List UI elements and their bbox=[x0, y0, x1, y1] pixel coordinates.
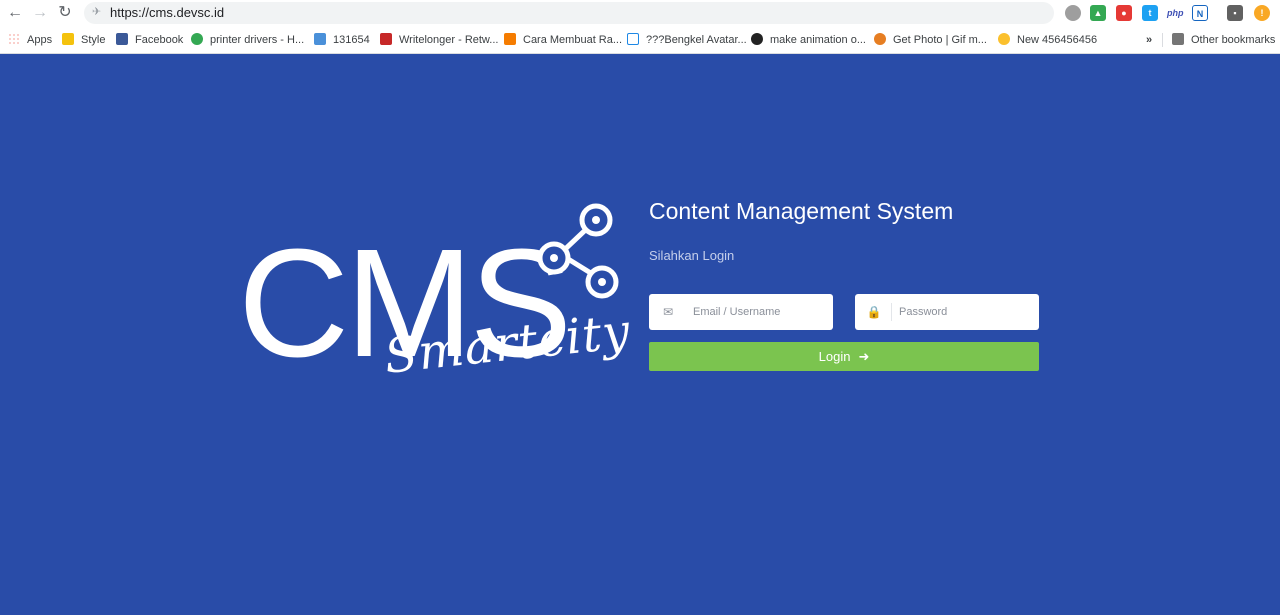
address-bar[interactable]: ✈ https://cms.devsc.id bbox=[84, 2, 1054, 24]
bookmark-cara-membuat[interactable]: Cara Membuat Ra... bbox=[504, 27, 622, 53]
drive-extension-icon[interactable]: ▲ bbox=[1090, 5, 1106, 21]
bookmark-facebook[interactable]: Facebook bbox=[116, 27, 183, 53]
medal-icon bbox=[998, 33, 1010, 45]
bookmark-writelonger[interactable]: Writelonger - Retw... bbox=[380, 27, 498, 53]
cast-extension-icon[interactable]: ▪ bbox=[1227, 5, 1243, 21]
w-icon bbox=[380, 33, 392, 45]
bookmark-bengkel-avatar[interactable]: ???Bengkel Avatar... bbox=[627, 27, 747, 53]
lock-icon: 🔒 bbox=[866, 305, 882, 319]
globe-extension-icon[interactable] bbox=[1065, 5, 1081, 21]
reload-icon[interactable]: ↻ bbox=[55, 4, 75, 22]
login-button[interactable]: Login ➜ bbox=[649, 342, 1039, 371]
bookmark-apps[interactable]: Apps bbox=[8, 27, 52, 53]
forward-arrow-icon[interactable]: → bbox=[30, 4, 50, 22]
k-icon bbox=[627, 33, 639, 45]
login-subtitle: Silahkan Login bbox=[649, 248, 735, 263]
envelope-icon: ✉ bbox=[662, 305, 674, 319]
share-network-icon bbox=[537, 203, 619, 299]
bookmark-131654[interactable]: 131654 bbox=[314, 27, 370, 53]
php-extension-icon[interactable]: php bbox=[1167, 5, 1184, 21]
bookmarks-bar: Apps Style Facebook printer drivers - H.… bbox=[0, 27, 1280, 54]
blogger-icon bbox=[504, 33, 516, 45]
url-text[interactable]: https://cms.devsc.id bbox=[110, 2, 224, 24]
photo-icon bbox=[874, 33, 886, 45]
page-info-icon[interactable]: ✈ bbox=[92, 5, 106, 19]
heart-icon bbox=[191, 33, 203, 45]
password-input[interactable] bbox=[899, 294, 1033, 330]
style-icon bbox=[62, 33, 74, 45]
password-field[interactable]: 🔒 bbox=[855, 294, 1039, 330]
cms-smartcity-logo: CMS Smartcity bbox=[232, 196, 633, 426]
alert-extension-icon[interactable]: ! bbox=[1254, 5, 1270, 21]
facebook-icon bbox=[116, 33, 128, 45]
bookmarks-divider bbox=[1162, 33, 1163, 47]
page-title: Content Management System bbox=[649, 198, 954, 224]
back-arrow-icon[interactable]: ← bbox=[5, 4, 25, 22]
field-divider bbox=[891, 303, 892, 321]
login-button-label: Login bbox=[818, 349, 851, 364]
more-bookmarks-chevron-icon[interactable]: » bbox=[1146, 27, 1152, 53]
email-input[interactable] bbox=[693, 294, 827, 330]
bookmark-style[interactable]: Style bbox=[62, 27, 105, 53]
paw-extension-icon[interactable]: ● bbox=[1116, 5, 1132, 21]
bookmark-get-photo[interactable]: Get Photo | Gif m... bbox=[874, 27, 987, 53]
other-bookmarks-folder[interactable]: Other bookmarks bbox=[1172, 27, 1275, 53]
apps-grid-icon bbox=[8, 33, 20, 45]
folder-icon bbox=[1172, 33, 1184, 45]
n-extension-icon[interactable]: N bbox=[1192, 5, 1208, 21]
email-field[interactable]: ✉ bbox=[649, 294, 833, 330]
arrow-right-icon: ➜ bbox=[858, 349, 870, 364]
browser-toolbar: ← → ↻ ✈ https://cms.devsc.id ▲ ● t php N… bbox=[0, 0, 1280, 27]
image-icon bbox=[314, 33, 326, 45]
bookmark-printer-drivers[interactable]: printer drivers - H... bbox=[191, 27, 304, 53]
bookmark-new-456456456[interactable]: New 456456456 bbox=[998, 27, 1097, 53]
bookmark-make-animation[interactable]: make animation o... bbox=[751, 27, 866, 53]
twitter-extension-icon[interactable]: t bbox=[1142, 5, 1158, 21]
animation-icon bbox=[751, 33, 763, 45]
